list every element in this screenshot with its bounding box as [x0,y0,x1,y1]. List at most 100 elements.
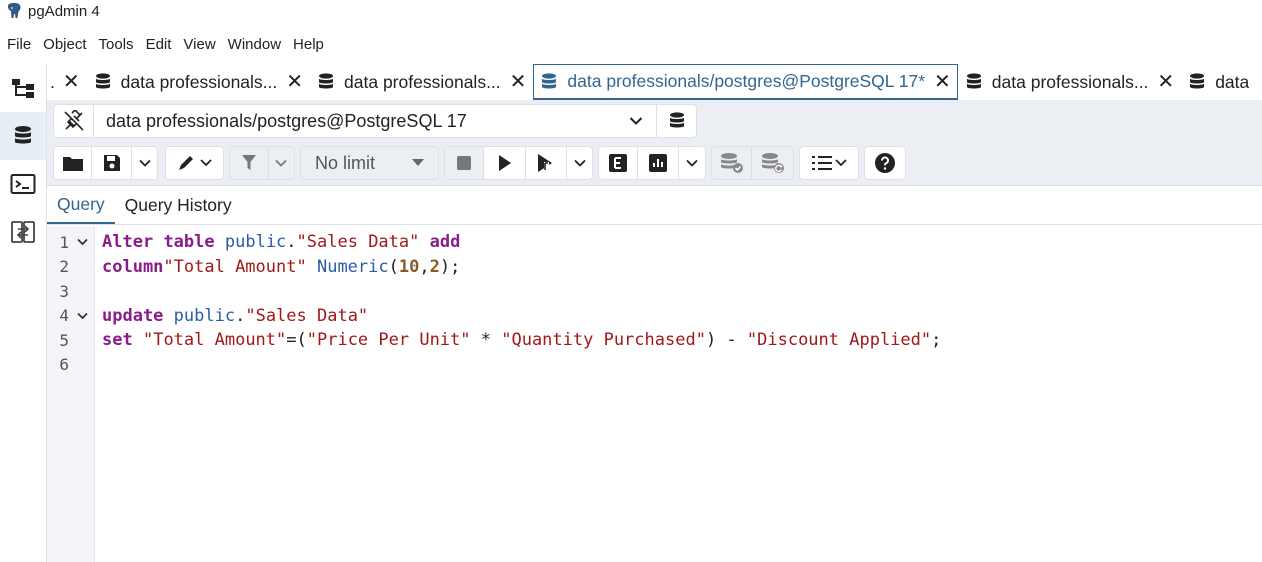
question-circle-icon [875,153,895,173]
object-explorer-button[interactable] [0,64,46,112]
code-token: 2 [429,256,440,277]
row-limit-select[interactable]: No limit [300,146,439,180]
code-token: Alter [102,232,154,253]
code-token: add [429,232,461,253]
tab-query-history[interactable]: Query History [115,186,242,224]
psql-tool-button[interactable] [0,160,46,208]
code-text: Alter table public."Sales Data" add [102,232,460,252]
code-token: Numeric [316,256,389,277]
new-connection-button[interactable] [656,105,696,137]
filter-button[interactable] [230,147,269,179]
filter-button-group [229,146,295,180]
database-icon [317,72,337,92]
code-text: set "Total Amount"=("Price Per Unit" * "… [102,330,941,350]
save-options-button[interactable] [132,147,157,179]
line-number: 2 [59,257,69,277]
tab-query-4[interactable]: data professionals... ✕ [958,64,1181,100]
close-icon[interactable]: ✕ [934,72,951,92]
commit-button[interactable] [712,147,753,179]
menu-file[interactable]: File [0,36,37,53]
left-rail [0,64,47,562]
tab-label: data professionals... [344,71,501,92]
close-icon[interactable]: ✕ [286,72,303,92]
tab-label: data professionals/postgres@PostgreSQL 1… [567,71,926,91]
line-number: 4 [59,306,69,326]
line-number: 5 [59,330,69,350]
tab-truncated[interactable]: . ✕ [47,64,87,100]
play-icon [498,155,511,171]
row-limit-dropdown[interactable]: No limit [301,147,438,179]
connection-bar: data professionals/postgres@PostgreSQL 1… [47,100,1262,142]
menu-edit[interactable]: Edit [140,36,178,53]
close-icon[interactable]: ✕ [63,72,80,92]
code-token: "Discount Applied" [746,330,932,351]
query-toolbar: No limit [47,142,1262,186]
save-file-button[interactable] [92,147,132,179]
stop-button[interactable] [445,147,485,179]
menu-tools[interactable]: Tools [93,36,140,53]
code-text: column"Total Amount" Numeric(10,2); [102,257,460,277]
tab-query-active[interactable]: data professionals/postgres@PostgreSQL 1… [533,64,958,100]
code-token: 10 [398,256,420,277]
menu-window[interactable]: Window [222,36,287,53]
tab-query-1[interactable]: data professionals... ✕ [87,64,310,100]
code-token: column [102,256,164,277]
tab-label: data professionals... [120,71,278,92]
pgadmin-elephant-icon [0,0,28,22]
code-token: public [173,305,236,326]
close-icon[interactable]: ✕ [1157,72,1174,92]
code-line[interactable]: 3 [47,279,1262,304]
tab-label: . [50,71,55,92]
database-icon [1188,72,1208,92]
query-tool-button[interactable] [0,112,46,160]
code-line[interactable]: 6 [47,353,1262,378]
code-line[interactable]: 5 set "Total Amount"=("Price Per Unit" * … [47,328,1262,353]
schema-diff-button[interactable] [0,208,46,256]
fold-chevron-icon[interactable] [75,235,89,249]
macros-button[interactable] [799,146,859,180]
code-token: "Total Amount" [142,330,287,351]
execute-button[interactable] [484,147,526,179]
code-line[interactable]: 1 Alter table public."Sales Data" add [47,230,1262,255]
fold-chevron-icon[interactable] [75,309,89,323]
open-file-button[interactable] [54,147,92,179]
filter-options-button[interactable] [269,147,294,179]
menu-help[interactable]: Help [287,36,330,53]
code-token: ); [439,256,461,277]
chevron-down-icon[interactable] [616,116,656,126]
tab-query[interactable]: Query [47,186,115,224]
close-icon[interactable]: ✕ [510,72,527,92]
connection-dropdown[interactable]: data professionals/postgres@PostgreSQL 1… [94,105,616,137]
query-tool-panel: data professionals/postgres@PostgreSQL 1… [47,100,1262,562]
menu-view[interactable]: View [177,36,221,53]
code-line[interactable]: 4 update public."Sales Data" [47,304,1262,329]
help-button[interactable] [864,146,906,180]
code-token: public [224,232,287,253]
edit-menu-button[interactable] [165,146,224,180]
connection-status-button[interactable] [54,105,94,137]
execute-options-button[interactable] [567,147,592,179]
file-button-group [53,146,158,180]
macros-menu-trigger[interactable] [800,147,858,179]
transaction-button-group [711,146,794,180]
rollback-button[interactable] [752,147,793,179]
database-undo-icon [761,153,784,173]
menu-object[interactable]: Object [37,36,92,53]
sql-editor[interactable]: 1 Alter table public."Sales Data" add 2 col… [47,226,1262,562]
code-line[interactable]: 2 column"Total Amount" Numeric(10,2); [47,255,1262,280]
explain-button[interactable] [599,147,639,179]
code-token: "Quantity Purchased" [501,330,706,351]
tab-query-2[interactable]: data professionals... ✕ [310,64,533,100]
explain-analyze-button[interactable] [638,147,680,179]
help-trigger[interactable] [865,147,905,179]
tab-query-5[interactable]: data [1181,64,1256,100]
execute-script-button[interactable] [526,147,568,179]
edit-menu-trigger[interactable] [166,147,223,179]
explain-options-button[interactable] [679,147,705,179]
connection-selector: data professionals/postgres@PostgreSQL 1… [53,104,697,138]
connected-plug-icon [63,110,84,131]
line-number: 1 [59,232,69,252]
